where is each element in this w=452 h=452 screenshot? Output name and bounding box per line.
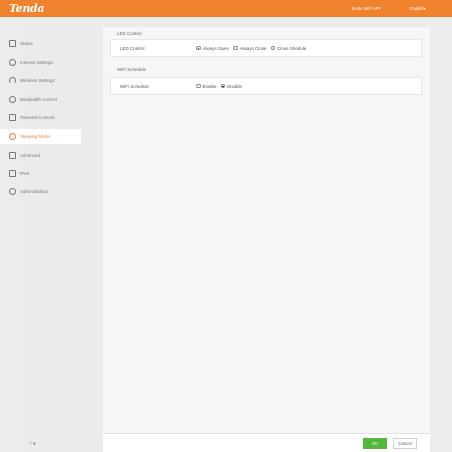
globe-icon (9, 59, 16, 66)
wifi-schedule-panel: WiFi Schedule Enable Disable (110, 77, 422, 95)
tenda-wifi-app-link[interactable]: Tenda WiFi APP (351, 6, 381, 11)
sidebar-item-internet-settings[interactable]: Internet Settings (0, 55, 81, 70)
sidebar-item-bandwidth-control[interactable]: Bandwidth Control (0, 92, 81, 107)
house-icon (9, 114, 16, 121)
radio-dot-icon (220, 83, 226, 89)
ipv6-icon (9, 170, 16, 177)
radio-label: Close Shedule (277, 45, 307, 51)
sleep-icon (9, 133, 16, 140)
sidebar-item-label: Status (20, 41, 33, 46)
radio-enable[interactable]: Enable (196, 84, 217, 89)
radio-disable[interactable]: Disable (220, 83, 243, 89)
radio-always-open[interactable]: Always Open (196, 46, 229, 51)
sidebar-item-label: Internet Settings (20, 60, 53, 65)
sidebar-item-ipv6[interactable]: IPv6 (0, 166, 81, 181)
grid-icon (9, 152, 16, 159)
status-icon (9, 40, 16, 47)
social-links[interactable]: f ❦ (30, 441, 36, 447)
sidebar-item-label: Sleeping Mode (20, 134, 51, 139)
radio-dot-icon (196, 45, 201, 51)
sidebar-item-wireless-settings[interactable]: Wireless Settings (0, 73, 81, 88)
chevron-down-icon: ▾ (423, 6, 426, 11)
led-control-panel: LED Control Always Open Always Close Clo… (110, 39, 422, 57)
sidebar-item-label: IPv6 (20, 171, 30, 176)
radio-dot-icon (196, 83, 201, 89)
radio-label: Enable (202, 83, 217, 89)
sidebar-item-label: Advanced (20, 153, 41, 158)
led-control-label: LED Control (120, 45, 145, 51)
sidebar-item-label: Parental Controls (20, 115, 55, 120)
wifi-schedule-section-title: WiFi Schedule (117, 67, 147, 72)
sidebar-item-label: Administration (20, 189, 49, 194)
top-bar (0, 0, 452, 17)
speedometer-icon (9, 96, 16, 103)
led-control-options: Always Open Always Close Close Shedule (196, 46, 310, 51)
sidebar (22, 27, 103, 452)
sidebar-item-parental-controls[interactable]: Parental Controls (0, 110, 81, 125)
radio-label: Always Close (239, 45, 267, 51)
language-label: English (410, 6, 424, 11)
led-section-title: LED Control (117, 31, 142, 36)
radio-label: Disable (227, 83, 243, 89)
wifi-icon (9, 77, 16, 84)
radio-dot-icon (233, 45, 238, 51)
sidebar-item-sleeping-mode[interactable]: Sleeping Mode (0, 129, 81, 144)
radio-always-close[interactable]: Always Close (233, 46, 267, 51)
gear-icon (9, 188, 16, 195)
sidebar-item-status[interactable]: Status (0, 36, 81, 51)
sidebar-item-advanced[interactable]: Advanced (0, 148, 81, 163)
sidebar-item-label: Wireless Settings (20, 78, 55, 83)
wifi-schedule-options: Enable Disable (196, 84, 246, 89)
language-selector[interactable]: English▾ (410, 6, 426, 11)
cancel-button[interactable]: Cancel (393, 438, 417, 449)
sidebar-item-label: Bandwidth Control (20, 97, 57, 102)
ok-button[interactable]: OK (363, 438, 387, 449)
tenda-logo: Tenda (9, 2, 45, 15)
radio-close-schedule[interactable]: Close Shedule (270, 45, 307, 51)
sidebar-item-administration[interactable]: Administration (0, 184, 81, 199)
radio-dot-icon (270, 45, 276, 51)
radio-label: Always Open (202, 45, 230, 51)
wifi-schedule-label: WiFi Schedule (120, 83, 150, 89)
